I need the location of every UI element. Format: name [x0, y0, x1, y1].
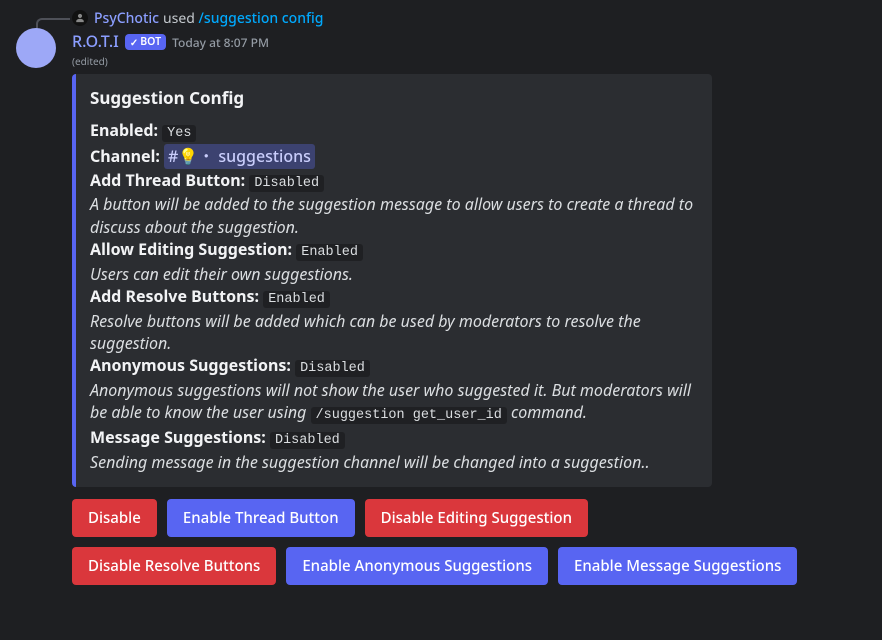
enable-thread-button[interactable]: Enable Thread Button — [167, 499, 355, 537]
embed-title: Suggestion Config — [90, 86, 696, 109]
action-row-2: Disable Resolve Buttons Enable Anonymous… — [72, 547, 852, 585]
action-row-1: Disable Enable Thread Button Disable Edi… — [72, 499, 852, 537]
channel-label: Channel: — [90, 145, 160, 167]
msg-label: Message Suggestions: — [90, 426, 266, 448]
field-enabled: Enabled: Yes — [90, 119, 696, 144]
msg-value: Disabled — [270, 432, 345, 449]
anon-label: Anonymous Suggestions: — [90, 354, 291, 376]
enabled-value: Yes — [162, 125, 196, 142]
thread-label: Add Thread Button: — [90, 169, 245, 191]
field-msg: Message Suggestions: Disabled — [90, 426, 696, 451]
message-header: R.O.T.I BOT Today at 8:07 PM — [72, 30, 866, 52]
anon-cmd: /suggestion get_user_id — [311, 407, 507, 424]
field-thread: Add Thread Button: Disabled — [90, 169, 696, 194]
channel-mention[interactable]: #💡・suggestions — [164, 144, 315, 169]
anon-desc-b: command. — [507, 401, 587, 423]
edit-value: Enabled — [296, 244, 363, 261]
enable-anon-button[interactable]: Enable Anonymous Suggestions — [286, 547, 548, 585]
resolve-desc: Resolve buttons will be added which can … — [90, 310, 696, 355]
message-timestamp: Today at 8:07 PM — [172, 34, 269, 51]
disable-resolve-button[interactable]: Disable Resolve Buttons — [72, 547, 276, 585]
disable-button[interactable]: Disable — [72, 499, 157, 537]
embed: Suggestion Config Enabled: Yes Channel: … — [72, 74, 712, 487]
moon-icon — [21, 33, 52, 64]
bot-message: PsyChotic used /suggestion config R.O.T.… — [0, 0, 882, 593]
thread-value: Disabled — [249, 175, 324, 192]
field-anon: Anonymous Suggestions: Disabled — [90, 354, 696, 379]
edited-indicator: (edited) — [72, 54, 866, 68]
channel-name: suggestions — [218, 145, 311, 168]
field-channel: Channel: #💡・suggestions — [90, 144, 696, 169]
anon-desc: Anonymous suggestions will not show the … — [90, 379, 696, 426]
resolve-value: Enabled — [263, 291, 330, 308]
bot-badge: BOT — [125, 34, 166, 50]
bot-avatar[interactable] — [16, 28, 56, 68]
field-edit: Allow Editing Suggestion: Enabled — [90, 238, 696, 263]
reply-command[interactable]: /suggestion config — [199, 9, 324, 28]
bot-username[interactable]: R.O.T.I — [72, 30, 119, 52]
channel-prefix: #💡・ — [168, 145, 214, 168]
reply-avatar — [72, 10, 88, 26]
reply-context: PsyChotic used /suggestion config — [72, 8, 866, 28]
disable-editing-button[interactable]: Disable Editing Suggestion — [365, 499, 588, 537]
msg-desc: Sending message in the suggestion channe… — [90, 451, 696, 473]
enable-msg-button[interactable]: Enable Message Suggestions — [558, 547, 797, 585]
edit-desc: Users can edit their own suggestions. — [90, 263, 696, 285]
reply-username[interactable]: PsyChotic — [94, 9, 159, 28]
field-resolve: Add Resolve Buttons: Enabled — [90, 285, 696, 310]
enabled-label: Enabled: — [90, 119, 158, 141]
resolve-label: Add Resolve Buttons: — [90, 285, 259, 307]
edit-label: Allow Editing Suggestion: — [90, 238, 292, 260]
reply-verb: used — [163, 9, 195, 28]
thread-desc: A button will be added to the suggestion… — [90, 193, 696, 238]
anon-value: Disabled — [295, 360, 370, 377]
